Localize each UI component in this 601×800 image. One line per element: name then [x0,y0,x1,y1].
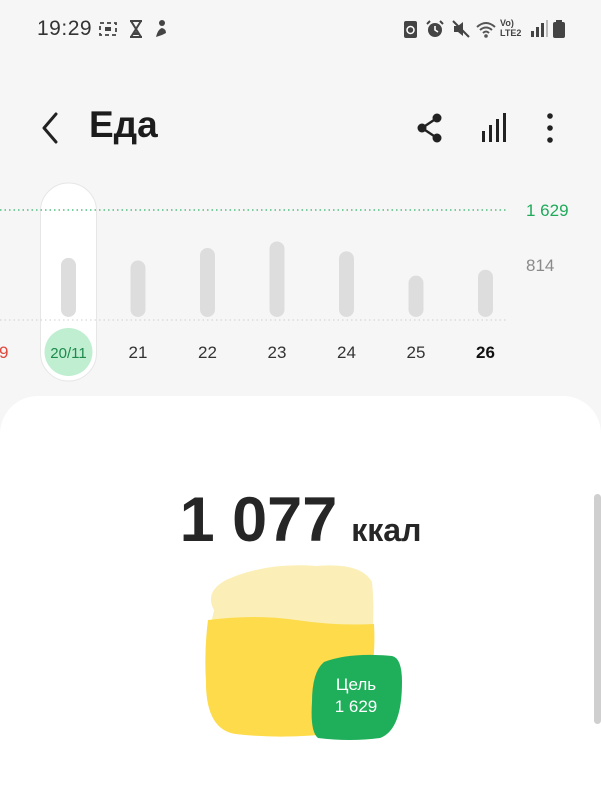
person-icon [156,20,166,37]
day-label: 24 [337,343,356,362]
chart-bar [61,257,76,317]
status-bar: 19:29 Vo) LTE2 [0,0,601,60]
battery-icon [553,20,565,38]
day-label: 22 [198,343,217,362]
more-icon[interactable] [532,110,568,146]
scrollbar[interactable] [594,494,601,724]
chart-bar [200,248,215,317]
day-label: 23 [268,343,287,362]
calorie-unit: ккал [351,512,422,548]
chart-canvas: 19 20/11 21 22 23 24 25 26 [0,182,508,382]
network-label: Vo) LTE2 [500,18,522,38]
chart-bar [269,241,285,317]
signal-icon [531,20,548,37]
back-button[interactable] [34,108,68,148]
bar-chart-icon[interactable] [476,110,512,146]
app-bar: Еда [0,96,601,160]
chart-bar [130,260,146,317]
day-label: 25 [407,343,426,362]
chart-bar [408,275,424,317]
goal-badge[interactable]: Цель 1 629 [310,652,402,740]
day-label: 21 [129,343,148,362]
day-label: 19 [0,343,8,362]
share-icon[interactable] [412,110,448,146]
mid-tick-label: 814 [526,256,555,275]
calorie-total: 1 077 ккал [0,484,601,556]
screen-record-icon [99,22,117,36]
hourglass-icon [130,20,142,38]
chart-bar [339,251,354,317]
wifi-icon [476,22,496,38]
recycle-icon [404,21,417,38]
goal-value: 1 629 [334,697,378,716]
chart-bar [478,269,493,317]
status-time: 19:29 [37,17,93,40]
calorie-value: 1 077 [179,485,338,555]
mute-icon [452,20,470,38]
day-label: 20/11 [50,345,86,362]
alarm-icon [426,20,444,37]
day-label: 26 [476,343,495,362]
daily-intake-chart: 19 20/11 21 22 23 24 25 26 1 629 814 [0,180,601,390]
summary-sheet: 1 077 ккал Цель 1 629 [0,396,601,800]
goal-tick-label: 1 629 [526,201,569,220]
page-title: Еда [89,104,158,145]
goal-label: Цель [335,675,377,694]
